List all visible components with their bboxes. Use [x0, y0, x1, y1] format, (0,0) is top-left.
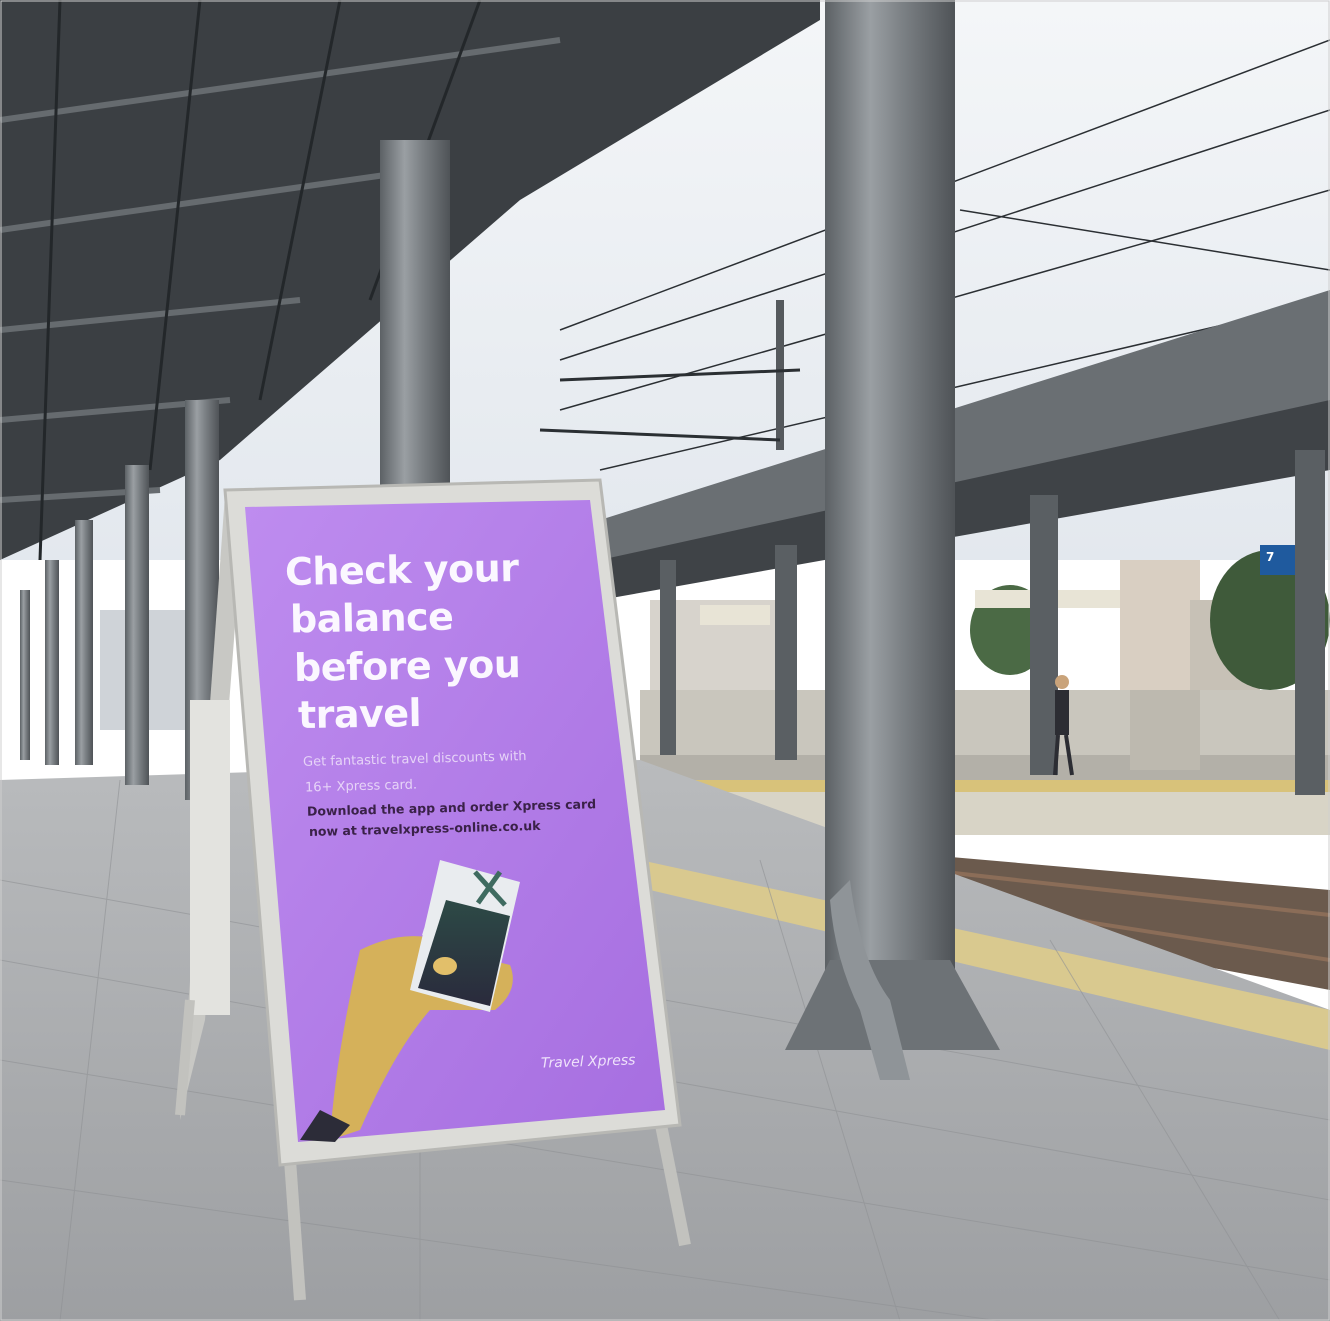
poster-headline-line-3: before you: [293, 642, 521, 690]
train-station-scene: [0, 0, 1330, 1321]
poster-body-line-2: 16+ Xpress card.: [304, 777, 418, 796]
poster-brand-logo: Travel Xpress: [540, 1052, 636, 1072]
poster-headline-line-2: balance: [289, 594, 454, 642]
poster-headline-line-1: Check your: [284, 545, 519, 595]
poster-headline-line-4: travel: [297, 690, 422, 738]
platform-number-sign: 7: [1266, 550, 1275, 564]
